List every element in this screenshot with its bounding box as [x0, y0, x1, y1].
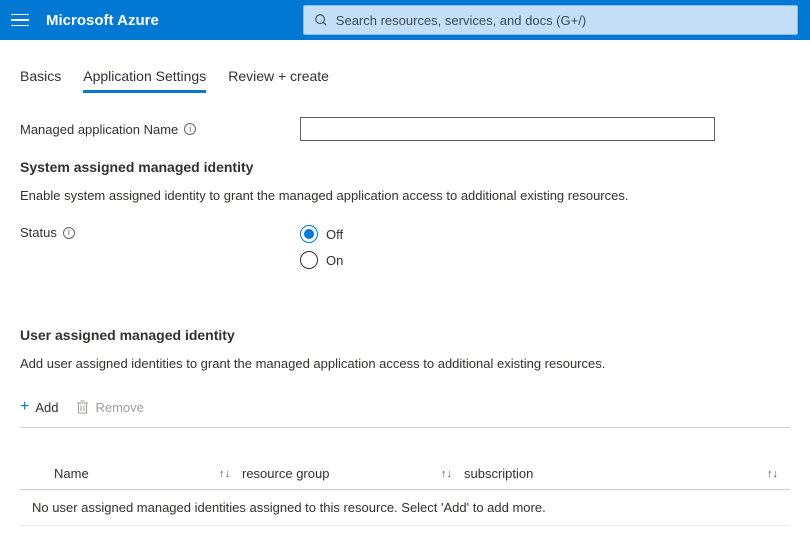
sort-icon: ↑↓ [219, 468, 242, 480]
radio-icon [300, 225, 318, 243]
tabs: Basics Application Settings Review + cre… [20, 68, 790, 93]
status-label-text: Status [20, 225, 57, 240]
radio-label-off: Off [326, 227, 343, 242]
search-box[interactable] [303, 5, 798, 35]
identity-table: Name ↑↓ resource group ↑↓ subscription ↑… [20, 458, 790, 526]
col-rg-label: resource group [242, 466, 329, 481]
status-label: Status i [20, 225, 300, 240]
trash-icon [76, 400, 89, 414]
system-identity-header: System assigned managed identity [20, 159, 790, 175]
radio-label-on: On [326, 253, 343, 268]
info-icon[interactable]: i [184, 123, 196, 135]
page-content: Basics Application Settings Review + cre… [0, 40, 810, 546]
user-identity-header: User assigned managed identity [20, 327, 790, 343]
sort-icon: ↑↓ [767, 468, 790, 480]
table-header: Name ↑↓ resource group ↑↓ subscription ↑… [20, 458, 790, 490]
search-input[interactable] [336, 13, 787, 28]
status-radio-off[interactable]: Off [300, 225, 343, 243]
col-subscription[interactable]: subscription ↑↓ [464, 466, 790, 481]
identity-toolbar: + Add Remove [20, 393, 790, 428]
col-resource-group[interactable]: resource group ↑↓ [242, 466, 464, 481]
radio-icon [300, 251, 318, 269]
tab-basics[interactable]: Basics [20, 68, 61, 93]
managed-app-name-row: Managed application Name i [20, 117, 790, 141]
status-radio-on[interactable]: On [300, 251, 343, 269]
col-name-label: Name [54, 466, 89, 481]
tab-application-settings[interactable]: Application Settings [83, 68, 206, 93]
col-name[interactable]: Name ↑↓ [20, 466, 242, 481]
system-identity-desc: Enable system assigned identity to grant… [20, 187, 790, 205]
col-sub-label: subscription [464, 466, 533, 481]
managed-app-name-label-text: Managed application Name [20, 122, 178, 137]
user-identity-desc: Add user assigned identities to grant th… [20, 355, 790, 373]
sort-icon: ↑↓ [441, 468, 464, 480]
info-icon[interactable]: i [63, 227, 75, 239]
add-button-label: Add [35, 400, 58, 415]
plus-icon: + [20, 399, 29, 415]
menu-icon[interactable] [8, 8, 32, 32]
status-radio-group: Off On [300, 225, 343, 269]
tab-review-create[interactable]: Review + create [228, 68, 329, 93]
managed-app-name-label: Managed application Name i [20, 122, 300, 137]
table-empty-message: No user assigned managed identities assi… [20, 490, 790, 526]
remove-button: Remove [76, 400, 143, 415]
managed-app-name-input[interactable] [300, 117, 715, 141]
add-button[interactable]: + Add [20, 399, 58, 415]
remove-button-label: Remove [95, 400, 143, 415]
top-bar: Microsoft Azure [0, 0, 810, 40]
brand-label: Microsoft Azure [46, 12, 159, 29]
status-row: Status i Off On [20, 225, 790, 269]
search-icon [314, 13, 328, 27]
